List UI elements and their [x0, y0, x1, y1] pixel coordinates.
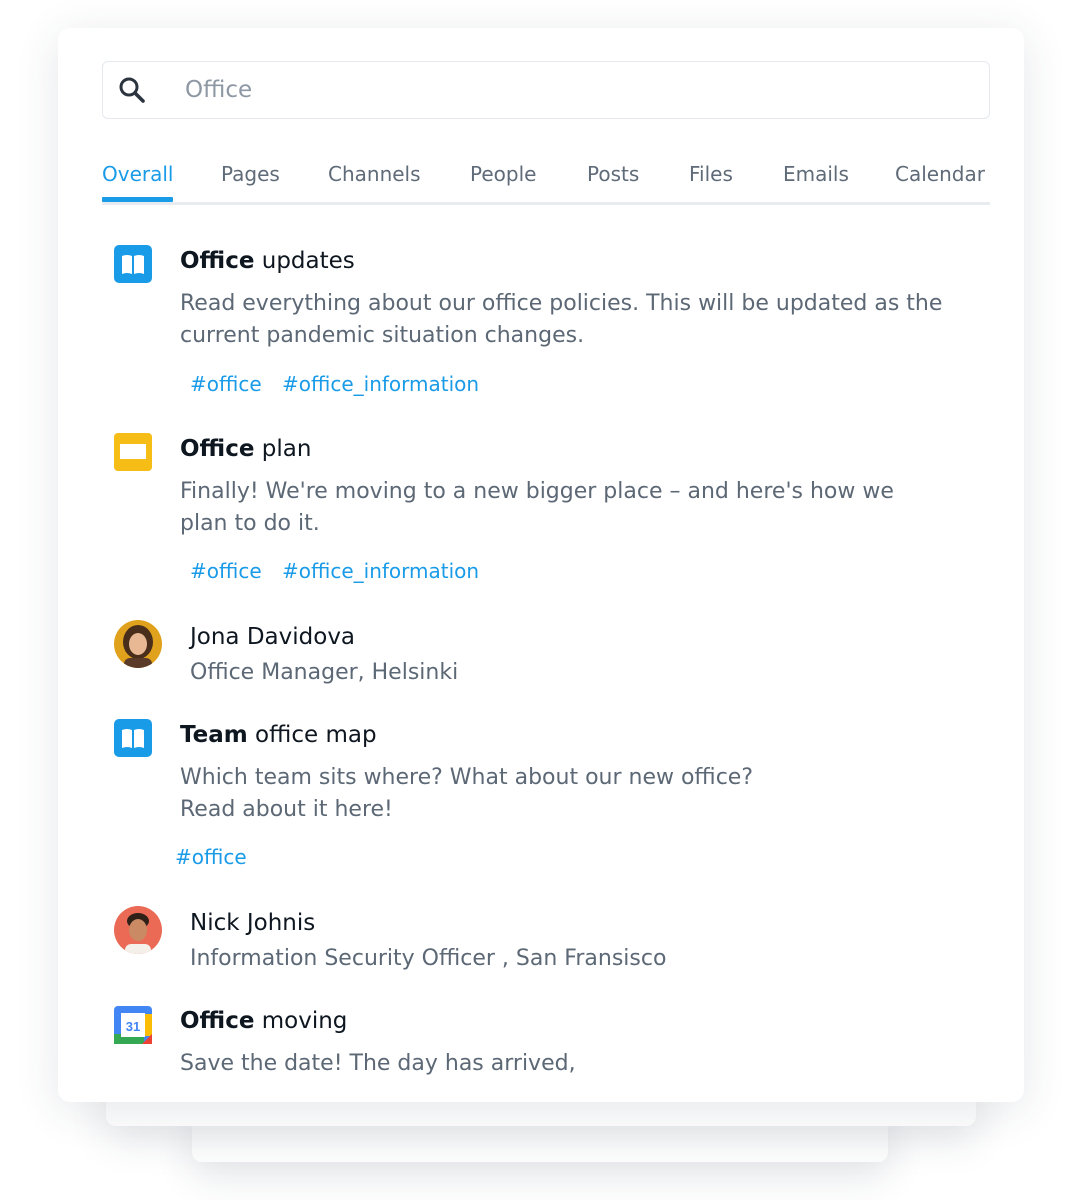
tab-files[interactable]: Files [689, 162, 733, 186]
result-title[interactable]: Office moving [180, 1008, 347, 1034]
result-tags: #office #office_information [190, 372, 493, 396]
tab-posts[interactable]: Posts [587, 162, 639, 186]
search-bar[interactable] [102, 61, 990, 119]
calendar-icon: 31 [114, 1006, 152, 1044]
avatar [114, 906, 162, 954]
tab-emails[interactable]: Emails [783, 162, 849, 186]
tab-calendar[interactable]: Calendar [895, 162, 985, 186]
tab-pages[interactable]: Pages [221, 162, 280, 186]
slides-icon [114, 433, 152, 471]
person-role: Information Security Officer , San Frans… [190, 946, 667, 971]
person-name[interactable]: Jona Davidova [190, 624, 355, 650]
result-title[interactable]: Office plan [180, 436, 311, 462]
result-tags: #office #office_information [190, 559, 493, 583]
person-role: Office Manager, Helsinki [190, 660, 459, 685]
result-title[interactable]: Team office map [180, 722, 377, 748]
tab-channels[interactable]: Channels [328, 162, 421, 186]
book-icon [114, 719, 152, 757]
search-icon [119, 77, 145, 103]
tag-link[interactable]: #office_information [282, 559, 479, 583]
calendar-day-text: 31 [126, 1019, 140, 1034]
result-description: Read everything about our office policie… [180, 291, 943, 348]
search-input[interactable] [185, 62, 975, 118]
person-name[interactable]: Nick Johnis [190, 910, 315, 936]
search-results-panel: Overall Pages Channels People Posts File… [58, 28, 1024, 1102]
active-tab-indicator [102, 197, 173, 202]
book-icon [114, 245, 152, 283]
result-description: Which team sits where? What about our ne… [180, 765, 754, 822]
result-title[interactable]: Office updates [180, 248, 355, 274]
tag-link[interactable]: #office [190, 372, 262, 396]
tag-link[interactable]: #office [190, 559, 262, 583]
avatar [114, 620, 162, 668]
result-tags: #office [175, 845, 261, 869]
filter-tabs: Overall Pages Channels People Posts File… [102, 154, 990, 205]
tab-overall[interactable]: Overall [102, 162, 173, 202]
tag-link[interactable]: #office_information [282, 372, 479, 396]
result-description: Finally! We're moving to a new bigger pl… [180, 479, 894, 536]
tab-people[interactable]: People [470, 162, 536, 186]
result-description: Save the date! The day has arrived, [180, 1051, 576, 1076]
tag-link[interactable]: #office [175, 845, 247, 869]
